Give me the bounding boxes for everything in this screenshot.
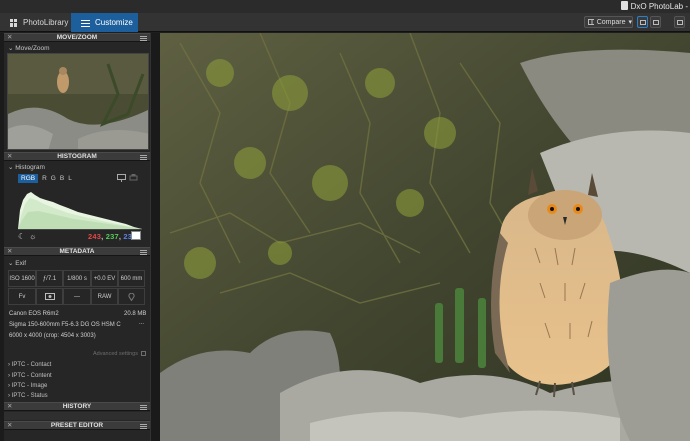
channel-selector: RGB R G B L — [18, 174, 72, 183]
channel-b[interactable]: B — [60, 175, 64, 182]
aperture-cell: ƒ/7.1 — [36, 270, 63, 287]
file-size: 20.8 MB — [124, 311, 147, 317]
split-view-icon — [652, 19, 659, 25]
iptc-status[interactable]: › IPTC - Status — [8, 393, 48, 399]
iptc-contact[interactable]: › IPTC - Contact — [8, 362, 51, 368]
checkbox-icon[interactable] — [140, 351, 146, 356]
movezoom-header[interactable]: ✕ MOVE/ZOOM — [4, 33, 150, 42]
tab-customize[interactable]: Customize — [71, 13, 138, 32]
panel-divider[interactable] — [150, 33, 160, 441]
histogram-title: HISTOGRAM — [57, 153, 97, 160]
exif-label: Exif — [15, 260, 27, 267]
close-icon[interactable]: ✕ — [7, 422, 12, 430]
exposure-cell: +0.0 EV — [91, 270, 118, 287]
advanced-settings-toggle[interactable]: Advanced settings — [93, 351, 146, 357]
monitor-icon[interactable] — [117, 174, 126, 182]
document-icon — [620, 1, 628, 10]
grid-icon — [10, 18, 18, 27]
histogram-header[interactable]: ✕ HISTOGRAM — [4, 152, 150, 161]
fullscreen-icon — [676, 19, 683, 25]
exif-subheader[interactable]: ⌄ Exif — [8, 259, 26, 267]
tab-photolibrary[interactable]: PhotoLibrary — [0, 13, 70, 32]
histogram-graph — [18, 184, 142, 230]
metering-icon — [44, 293, 55, 300]
lens-model: Sigma 150-600mm F5-6.3 DG OS HSM C — [9, 322, 121, 328]
history-content — [4, 412, 150, 420]
movezoom-title: MOVE/ZOOM — [56, 34, 98, 41]
channel-g[interactable]: G — [51, 175, 56, 182]
advanced-settings-label: Advanced settings — [93, 351, 138, 357]
value-g: 237 — [105, 232, 119, 241]
camera-model: Canon EOS R6m2 — [9, 311, 59, 317]
focal-length-cell: 600 mm — [118, 270, 145, 287]
split-view-button[interactable] — [650, 16, 661, 28]
metadata-title: METADATA — [59, 248, 95, 255]
panel-menu-icon[interactable] — [140, 405, 147, 410]
format-cell: RAW — [91, 288, 118, 305]
panel-menu-icon[interactable] — [140, 155, 147, 160]
history-title: HISTORY — [62, 403, 92, 410]
metadata-header[interactable]: ✕ METADATA — [4, 247, 150, 256]
panel-menu-icon[interactable] — [140, 36, 147, 41]
lens-more: ... — [139, 320, 145, 326]
location-pin-icon — [128, 292, 135, 301]
photo-viewer[interactable] — [160, 33, 690, 441]
close-icon[interactable]: ✕ — [7, 153, 12, 161]
image-dimensions: 6000 x 4000 (crop: 4504 x 3003) — [9, 333, 96, 339]
history-header[interactable]: ✕ HISTORY — [4, 402, 150, 411]
compare-label: Compare — [596, 18, 626, 26]
flash-cell: — — [63, 288, 91, 305]
single-view-button[interactable] — [637, 16, 648, 28]
channel-r[interactable]: R — [42, 175, 47, 182]
movezoom-sub-label: Move/Zoom — [15, 45, 50, 52]
owl-photo — [160, 33, 690, 441]
navigator-thumbnail[interactable] — [7, 53, 149, 150]
panel-menu-icon[interactable] — [140, 250, 147, 255]
rgb-values: 243, 237, 237 — [88, 232, 137, 241]
exif-grid: ISO 1600 ƒ/7.1 1/800 s +0.0 EV 600 mm Fv… — [8, 270, 145, 306]
movezoom-subheader[interactable]: ⌄ Move/Zoom — [8, 44, 50, 52]
title-bar: DxO PhotoLab - — [0, 0, 690, 13]
value-r: 243 — [88, 232, 102, 241]
highlight-clipping-icon[interactable]: ☼ — [29, 232, 36, 241]
app-title: DxO PhotoLab - — [620, 1, 688, 11]
preset-editor-title: PRESET EDITOR — [50, 422, 104, 429]
iptc-content[interactable]: › IPTC - Content — [8, 373, 52, 379]
tab-photolibrary-label: PhotoLibrary — [23, 18, 69, 27]
preset-editor-header[interactable]: ✕ PRESET EDITOR — [4, 421, 150, 430]
gps-cell — [118, 288, 145, 305]
channel-rgb[interactable]: RGB — [18, 174, 39, 183]
fullscreen-button[interactable] — [674, 16, 685, 28]
mode-cell: Fv — [8, 288, 36, 305]
print-icon[interactable] — [129, 174, 138, 182]
iptc-image[interactable]: › IPTC - Image — [8, 383, 47, 389]
single-view-icon — [639, 19, 646, 25]
compare-button[interactable]: Compare ▾ — [584, 16, 633, 28]
chevron-down-icon: ▾ — [628, 19, 632, 26]
iso-cell: ISO 1600 — [8, 270, 36, 287]
close-icon[interactable]: ✕ — [7, 34, 12, 42]
metering-cell — [36, 288, 63, 305]
color-swatch — [131, 231, 141, 240]
tab-bar: PhotoLibrary Customize Compare ▾ — [0, 13, 690, 32]
channel-l[interactable]: L — [68, 175, 72, 182]
histogram-subheader[interactable]: ⌄ Histogram — [8, 163, 45, 171]
sliders-icon — [81, 19, 90, 27]
panel-menu-icon[interactable] — [140, 424, 147, 429]
compare-icon — [588, 19, 594, 25]
tab-customize-label: Customize — [95, 18, 133, 27]
close-icon[interactable]: ✕ — [7, 403, 12, 411]
close-icon[interactable]: ✕ — [7, 248, 12, 256]
shutter-cell: 1/800 s — [63, 270, 91, 287]
histogram-sub-label: Histogram — [15, 164, 45, 171]
shadow-clipping-icon[interactable]: ☾ — [18, 232, 25, 241]
